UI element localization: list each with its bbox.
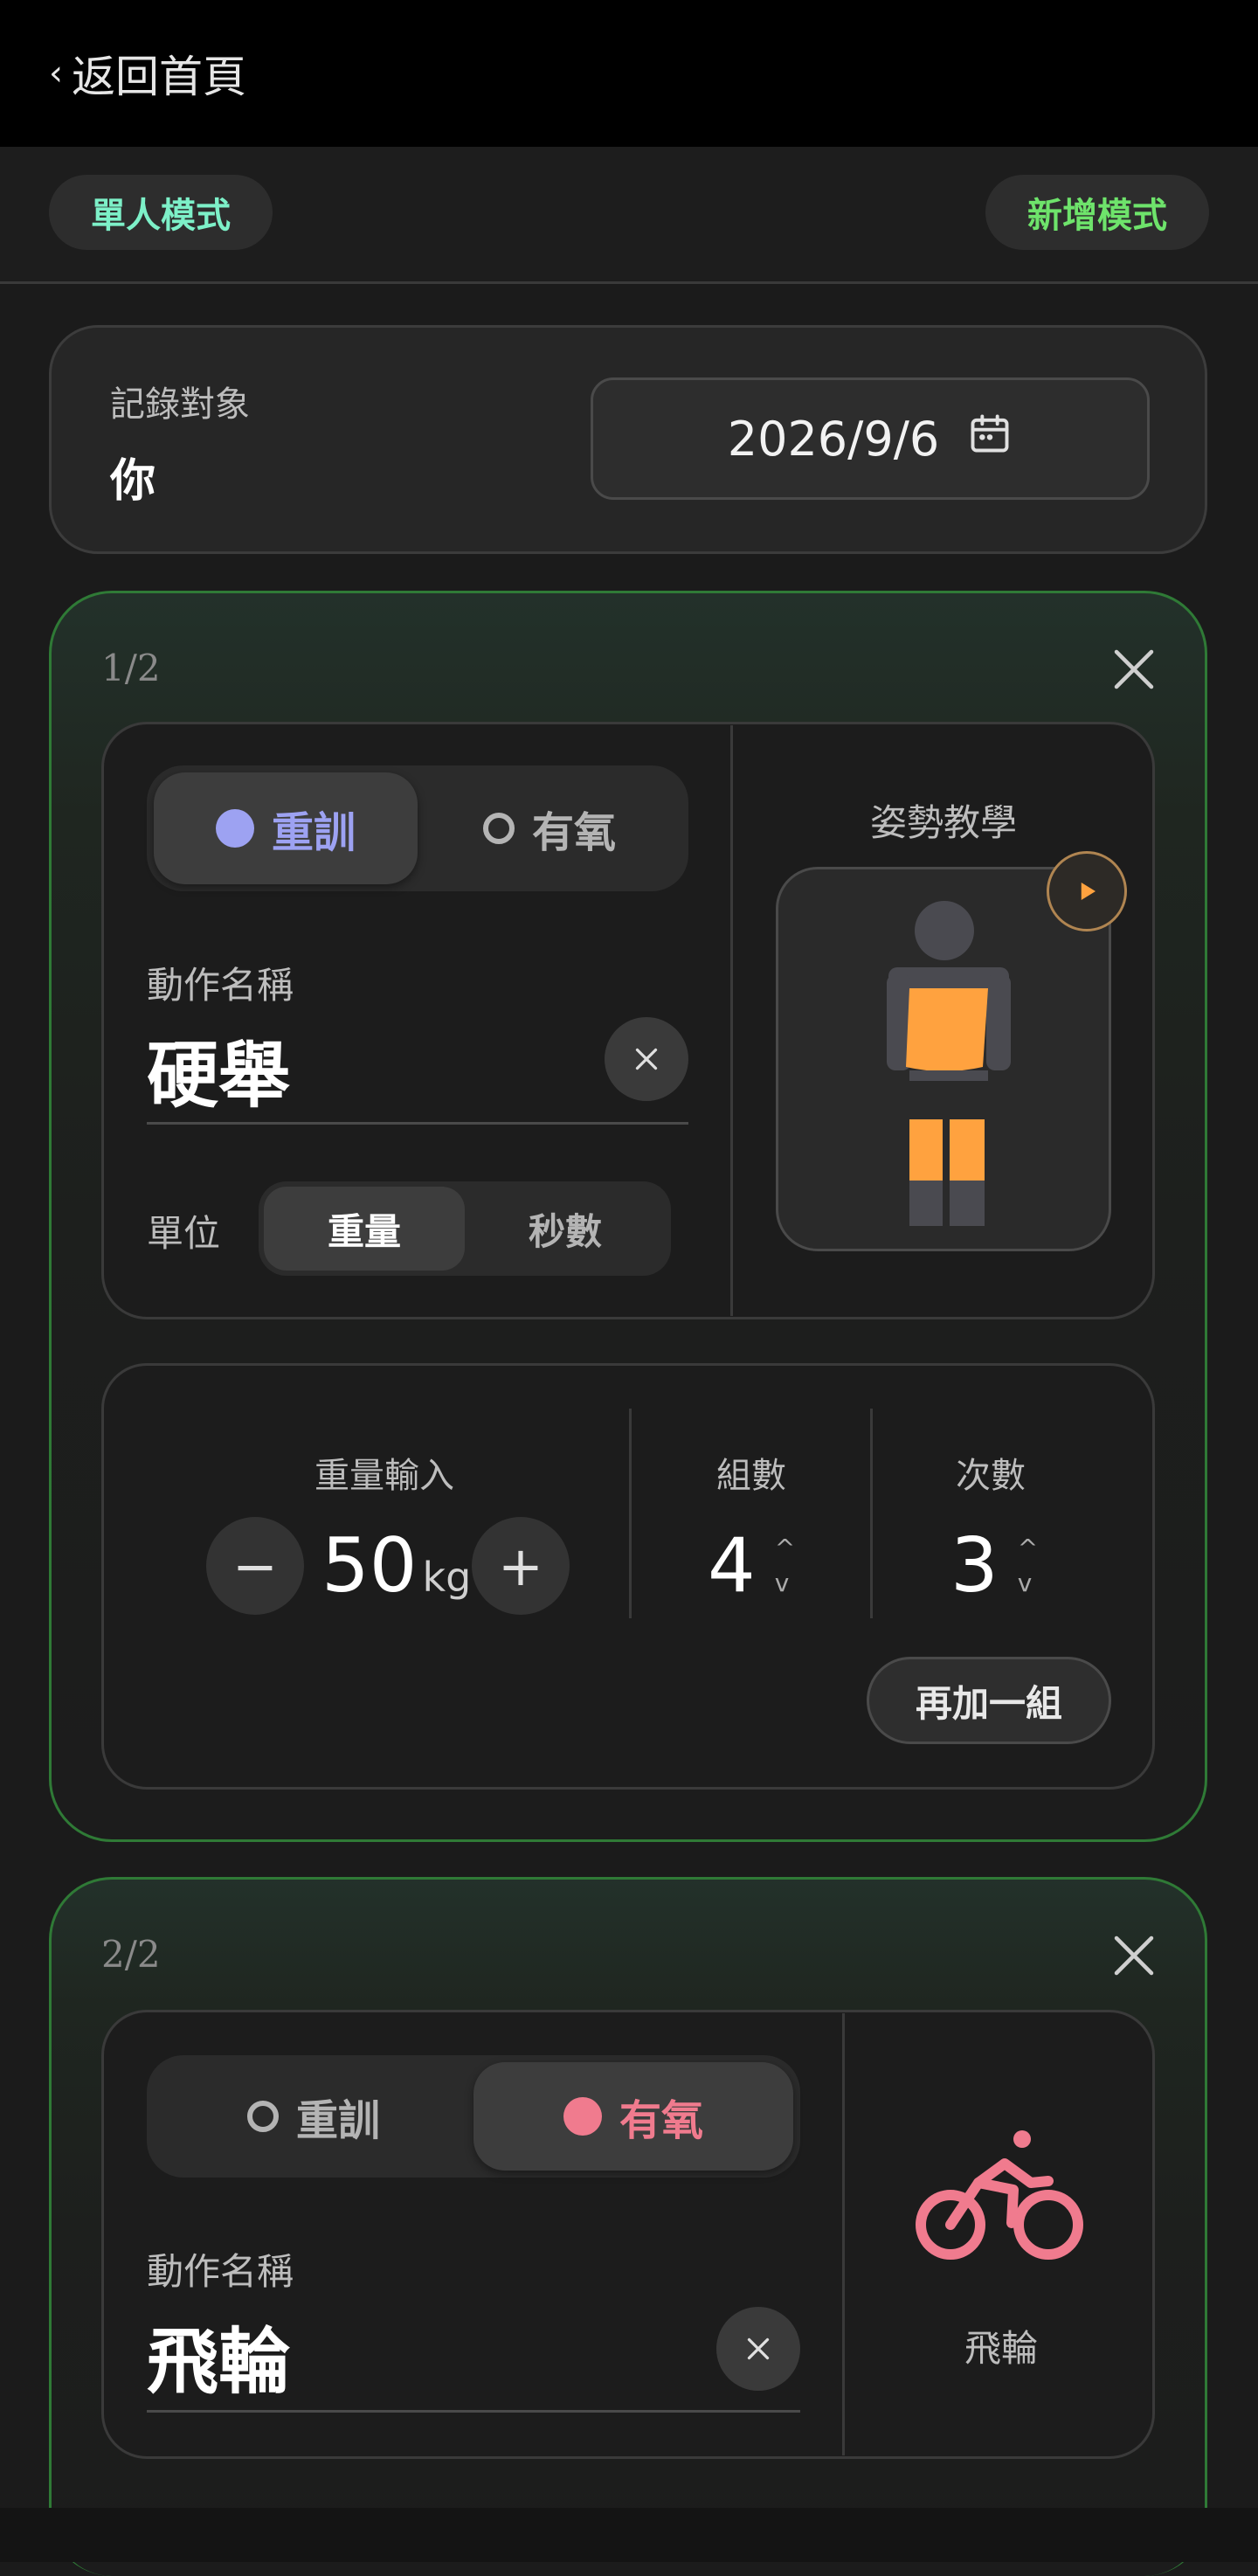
panel-divider: [730, 725, 733, 1316]
clear-name-button[interactable]: [716, 2307, 800, 2391]
name-underline: [147, 2410, 800, 2413]
play-icon: [1081, 883, 1096, 900]
close-icon: [635, 1048, 658, 1070]
add-mode-button[interactable]: 新增模式: [985, 175, 1209, 250]
type-option-strength[interactable]: 重訓: [154, 772, 418, 884]
type-option-label: 有氧: [531, 808, 616, 857]
weight-value[interactable]: 50: [321, 1517, 417, 1615]
exercise-name-input[interactable]: 硬舉: [147, 1017, 290, 1121]
clear-name-button[interactable]: [605, 1017, 688, 1101]
unit-option-weight[interactable]: 重量: [264, 1187, 465, 1271]
weight-value-group: 50 kg: [321, 1517, 471, 1615]
tutorial-label: 姿勢教學: [870, 801, 1018, 844]
type-toggle: 重訓 有氧: [147, 2055, 800, 2178]
exercise-index: 1/2: [101, 647, 161, 689]
stat-divider: [629, 1409, 632, 1618]
radio-unselected-icon: [482, 813, 515, 844]
close-icon: [747, 2337, 770, 2360]
type-option-cardio[interactable]: 有氧: [473, 2062, 793, 2171]
radio-unselected-icon: [246, 2101, 279, 2132]
type-option-strength[interactable]: 重訓: [154, 2062, 473, 2171]
type-option-label: 重訓: [271, 808, 356, 857]
decrease-weight-button[interactable]: −: [206, 1517, 304, 1615]
weight-unit: kg: [422, 1554, 472, 1601]
add-set-button[interactable]: 再加一組: [867, 1657, 1111, 1744]
increase-weight-button[interactable]: +: [472, 1517, 570, 1615]
type-option-cardio[interactable]: 有氧: [418, 772, 681, 884]
date-value: 2026/9/6: [727, 411, 940, 467]
spinner-icon: ^ v: [1017, 1534, 1039, 1597]
minus-icon: −: [232, 1534, 278, 1598]
exercise-name-input[interactable]: 飛輪: [147, 2303, 290, 2407]
record-target-label: 記錄對象: [110, 384, 250, 425]
type-option-label: 有氧: [619, 2096, 703, 2145]
type-option-label: 重訓: [295, 2096, 380, 2145]
play-button[interactable]: [1047, 851, 1127, 931]
muscle-figure-icon: [887, 901, 1011, 1226]
reps-label: 次數: [956, 1456, 1026, 1496]
record-target-value: 你: [110, 455, 156, 508]
unit-option-seconds[interactable]: 秒數: [465, 1187, 666, 1271]
weight-input-label: 重量輸入: [314, 1456, 454, 1496]
sets-value: 4: [708, 1522, 756, 1610]
back-label: 返回首頁: [72, 52, 246, 102]
radio-selected-icon: [215, 809, 254, 848]
type-toggle: 重訓 有氧: [147, 765, 688, 891]
exercise-index: 2/2: [101, 1933, 161, 1976]
plus-icon: +: [498, 1534, 543, 1598]
stat-divider: [870, 1409, 873, 1618]
close-icon[interactable]: [1108, 1929, 1160, 1982]
unit-toggle: 重量 秒數: [259, 1181, 671, 1276]
spinner-icon: ^ v: [774, 1534, 796, 1597]
name-underline: [147, 1122, 688, 1125]
exercise-name-label: 動作名稱: [147, 2250, 294, 2293]
bottom-edge: [0, 2508, 1258, 2562]
reps-value: 3: [950, 1522, 999, 1610]
back-button[interactable]: ‹ 返回首頁: [49, 42, 246, 105]
sets-label: 組數: [716, 1456, 786, 1496]
chevron-left-icon: ‹: [49, 53, 63, 93]
unit-label: 單位: [147, 1212, 221, 1255]
date-picker[interactable]: 2026/9/6: [591, 377, 1150, 500]
cardio-preview-label: 飛輪: [964, 2327, 1039, 2370]
single-mode-button[interactable]: 單人模式: [49, 175, 273, 250]
bicycle-icon: [909, 2120, 1092, 2272]
reps-stepper[interactable]: 3 ^ v: [950, 1517, 1038, 1615]
calendar-icon: [967, 411, 1013, 467]
posture-tutorial-video[interactable]: [776, 867, 1111, 1251]
close-icon[interactable]: [1108, 643, 1160, 696]
radio-selected-icon: [563, 2097, 602, 2136]
panel-divider: [842, 2013, 845, 2455]
sets-stepper[interactable]: 4 ^ v: [708, 1517, 795, 1615]
exercise-name-label: 動作名稱: [147, 964, 294, 1007]
